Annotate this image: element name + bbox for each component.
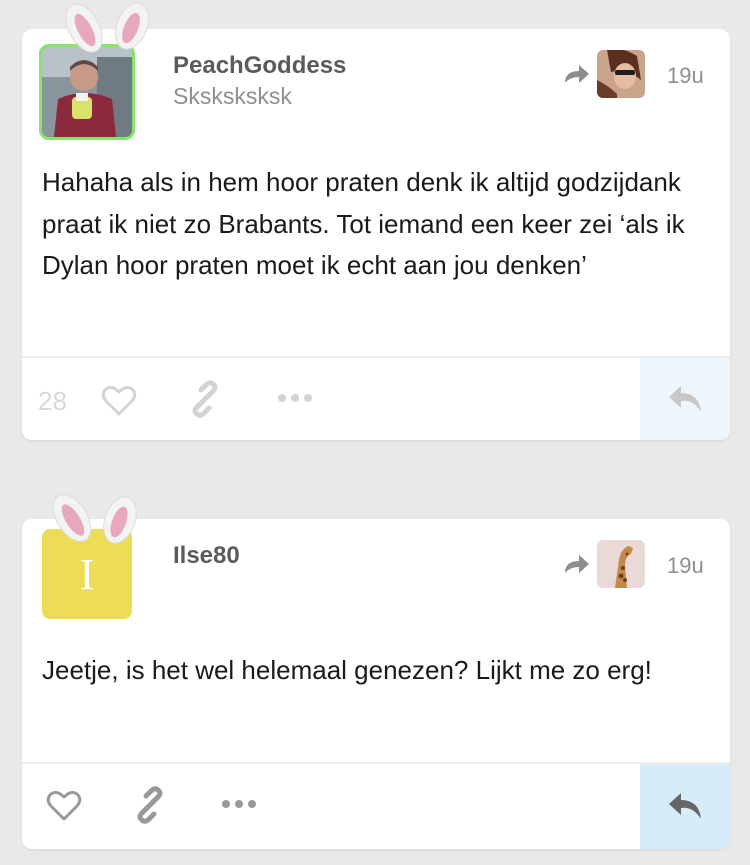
bunny-ears-icon (52, 494, 137, 544)
source-avatar[interactable] (597, 50, 645, 98)
username[interactable]: Ilse80 (173, 542, 240, 570)
reply-button[interactable] (640, 764, 730, 849)
reply-icon (669, 386, 701, 412)
more-icon[interactable] (221, 799, 257, 809)
heart-icon[interactable] (101, 385, 137, 417)
post-body: Jeetje, is het wel helemaal genezen? Lij… (42, 655, 652, 685)
note-count[interactable]: 28 (38, 386, 67, 417)
heart-icon[interactable] (46, 790, 82, 822)
post-card: I Ilse80 19u Jeetje, is het wel helemaal… (22, 494, 730, 849)
link-icon[interactable] (131, 786, 169, 824)
blog-title: Sksksksksk (173, 83, 292, 109)
link-icon[interactable] (186, 380, 224, 418)
divider (22, 762, 730, 764)
username[interactable]: PeachGoddess (173, 52, 346, 80)
reblog-icon (565, 65, 589, 83)
post-card: PeachGoddess Sksksksksk 19u Hahaha als i… (22, 2, 730, 440)
divider (22, 356, 730, 358)
timestamp: 19u (667, 553, 704, 578)
more-icon[interactable] (277, 393, 313, 403)
timestamp: 19u (667, 63, 704, 88)
post-body: Hahaha als in hem hoor praten denk ik al… (42, 167, 685, 280)
source-avatar[interactable] (597, 540, 645, 588)
reply-button[interactable] (640, 358, 730, 440)
reply-icon (669, 793, 701, 819)
bunny-ears-icon (65, 2, 150, 53)
reblog-icon (565, 555, 589, 573)
